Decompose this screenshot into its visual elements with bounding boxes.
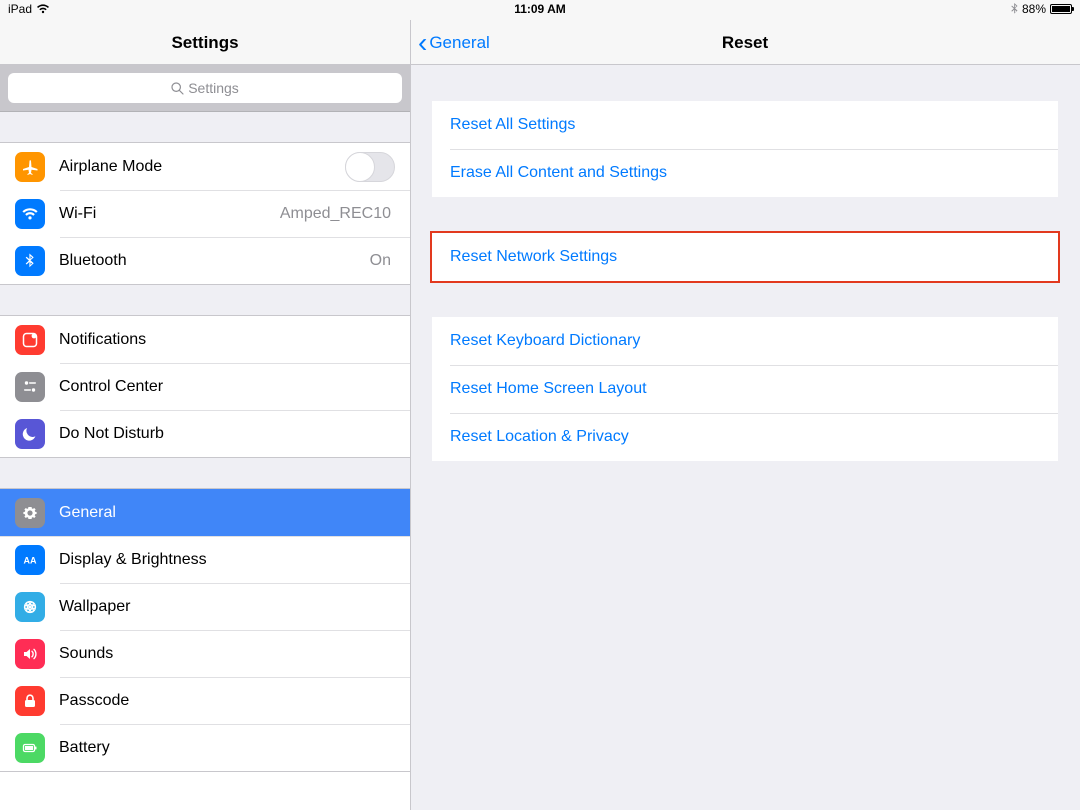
sidebar-item-sounds[interactable]: Sounds (0, 630, 410, 677)
battery-icon (15, 733, 45, 763)
sidebar-item-battery[interactable]: Battery (0, 724, 410, 771)
battery-pct: 88% (1022, 2, 1046, 16)
sidebar-item-value: On (370, 252, 391, 270)
wallpaper-icon (15, 592, 45, 622)
sidebar-item-label: Bluetooth (59, 252, 370, 270)
svg-text:AA: AA (24, 555, 37, 565)
reset-group-2: Reset Keyboard Dictionary Reset Home Scre… (432, 317, 1058, 461)
detail-title: Reset (410, 20, 1080, 65)
sidebar-item-label: Do Not Disturb (59, 425, 395, 443)
reset-group-1: Reset Network Settings (432, 233, 1058, 281)
toggle-airplane[interactable] (345, 152, 395, 182)
sidebar-item-notifications[interactable]: Notifications (0, 316, 410, 363)
moon-icon (15, 419, 45, 449)
sidebar-item-label: Control Center (59, 378, 395, 396)
sidebar-item-label: General (59, 504, 395, 522)
sidebar-item-label: Wi-Fi (59, 205, 280, 223)
display-icon: AA (15, 545, 45, 575)
sidebar-item-label: Wallpaper (59, 598, 395, 616)
bluetooth-status-icon (1011, 3, 1018, 15)
row-reset-location[interactable]: Reset Location & Privacy (432, 413, 1058, 461)
sidebar-item-value: Amped_REC10 (280, 205, 391, 223)
detail-header: ‹ General Reset (410, 20, 1080, 65)
sidebar-item-label: Passcode (59, 692, 395, 710)
notifications-icon (15, 325, 45, 355)
clock: 11:09 AM (0, 2, 1080, 16)
search-placeholder: Settings (188, 80, 239, 96)
wifi-icon (15, 199, 45, 229)
row-reset-keyboard[interactable]: Reset Keyboard Dictionary (432, 317, 1058, 365)
settings-sidebar: Settings Settings Airplane Mode Wi-FiAmpe… (0, 20, 410, 810)
sounds-icon (15, 639, 45, 669)
row-label: Reset Keyboard Dictionary (450, 332, 640, 350)
controlcenter-icon (15, 372, 45, 402)
column-separator (410, 20, 411, 810)
detail-pane: ‹ General Reset Reset All Settings Erase … (410, 20, 1080, 810)
search-input[interactable]: Settings (8, 73, 402, 103)
reset-group-0: Reset All Settings Erase All Content and … (432, 101, 1058, 197)
sidebar-item-dnd[interactable]: Do Not Disturb (0, 410, 410, 457)
sidebar-item-display[interactable]: AA Display & Brightness (0, 536, 410, 583)
sidebar-item-label: Airplane Mode (59, 158, 345, 176)
sidebar-item-label: Display & Brightness (59, 551, 395, 569)
airplane-icon (15, 152, 45, 182)
bluetooth-icon (15, 246, 45, 276)
battery-icon (1050, 4, 1072, 14)
passcode-icon (15, 686, 45, 716)
search-icon (171, 82, 184, 95)
sidebar-item-label: Sounds (59, 645, 395, 663)
row-reset-home[interactable]: Reset Home Screen Layout (432, 365, 1058, 413)
row-label: Erase All Content and Settings (450, 164, 667, 182)
row-label: Reset All Settings (450, 116, 575, 134)
row-reset-network[interactable]: Reset Network Settings (432, 233, 1058, 281)
sidebar-item-wallpaper[interactable]: Wallpaper (0, 583, 410, 630)
row-label: Reset Home Screen Layout (450, 380, 647, 398)
sidebar-title: Settings (0, 20, 410, 65)
row-label: Reset Location & Privacy (450, 428, 629, 446)
sidebar-item-passcode[interactable]: Passcode (0, 677, 410, 724)
row-reset-all[interactable]: Reset All Settings (432, 101, 1058, 149)
row-label: Reset Network Settings (450, 248, 617, 266)
row-erase-all[interactable]: Erase All Content and Settings (432, 149, 1058, 197)
sidebar-item-label: Battery (59, 739, 395, 757)
search-container: Settings (0, 65, 410, 112)
sidebar-item-airplane[interactable]: Airplane Mode (0, 143, 410, 190)
sidebar-item-bluetooth[interactable]: BluetoothOn (0, 237, 410, 284)
gear-icon (15, 498, 45, 528)
sidebar-item-controlcenter[interactable]: Control Center (0, 363, 410, 410)
status-bar: iPad 11:09 AM 88% (0, 0, 1080, 20)
sidebar-item-label: Notifications (59, 331, 395, 349)
sidebar-item-general[interactable]: General (0, 489, 410, 536)
sidebar-item-wifi[interactable]: Wi-FiAmped_REC10 (0, 190, 410, 237)
